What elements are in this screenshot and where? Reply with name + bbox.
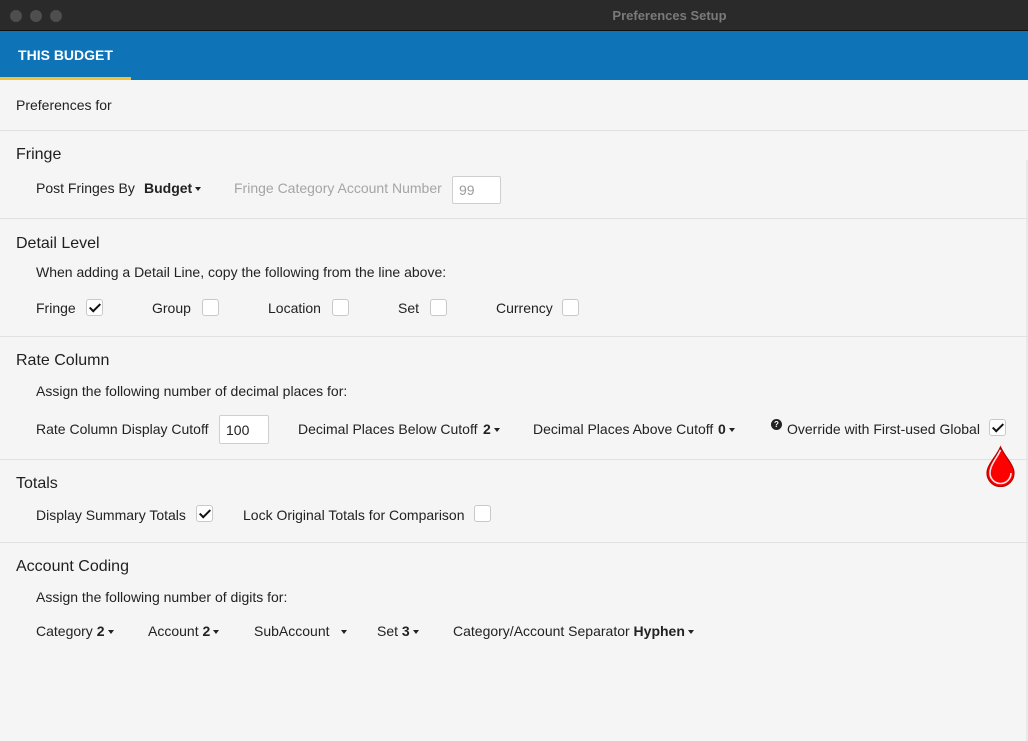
set-digits-label: Set <box>377 623 399 639</box>
fringe-heading: Fringe <box>16 146 62 163</box>
post-fringes-by-value: Budget <box>144 180 193 196</box>
copy-currency-checkbox[interactable] <box>562 299 579 316</box>
chevron-down-icon <box>412 630 419 635</box>
account-digits-value: 2 <box>202 623 211 639</box>
copy-group-label: Group <box>152 300 191 316</box>
chevron-down-icon <box>493 428 500 433</box>
rate-display-cutoff-field[interactable]: 100 <box>219 415 269 444</box>
decimal-below-cutoff-label: Decimal Places Below Cutoff <box>298 421 478 437</box>
override-global-label: Override with First-used Global <box>787 421 980 437</box>
override-global-checkbox[interactable] <box>989 419 1006 436</box>
copy-currency-label: Currency <box>496 300 553 316</box>
category-digits-value: 2 <box>96 623 105 639</box>
rate-column-section: Rate Column Assign the following number … <box>0 337 1028 460</box>
account-coding-section: Account Coding Assign the following numb… <box>0 543 1028 661</box>
subaccount-digits-label: SubAccount <box>254 623 330 639</box>
rate-display-cutoff-label: Rate Column Display Cutoff <box>36 421 209 437</box>
lock-original-totals-checkbox[interactable] <box>474 505 491 522</box>
fringe-section: Fringe Post Fringes By Budget Fringe Cat… <box>0 131 1028 219</box>
separator-value: Hyphen <box>633 623 685 639</box>
window-titlebar: Preferences Setup <box>0 0 1028 31</box>
copy-fringe-label: Fringe <box>36 300 76 316</box>
copy-location-label: Location <box>268 300 321 316</box>
copy-group-checkbox[interactable] <box>202 299 219 316</box>
account-coding-heading: Account Coding <box>16 558 129 575</box>
rate-column-intro: Assign the following number of decimal p… <box>36 383 348 399</box>
chevron-down-icon <box>107 630 114 635</box>
decimal-above-cutoff-value: 0 <box>718 421 726 437</box>
window-title: Preferences Setup <box>612 8 727 23</box>
chevron-down-icon <box>195 187 202 192</box>
totals-heading: Totals <box>16 475 58 492</box>
help-icon[interactable]: ? <box>771 419 782 430</box>
cursor-marker-icon <box>986 445 1015 487</box>
lock-original-totals-label: Lock Original Totals for Comparison <box>243 507 465 523</box>
category-digits-dropdown[interactable]: Category 2 <box>36 623 114 639</box>
totals-section: Totals Display Summary Totals Lock Origi… <box>0 460 1028 543</box>
chevron-down-icon <box>728 428 735 433</box>
detail-level-heading: Detail Level <box>16 235 100 252</box>
copy-set-label: Set <box>398 300 420 316</box>
display-summary-totals-checkbox[interactable] <box>196 505 213 522</box>
decimal-above-cutoff-label: Decimal Places Above Cutoff <box>533 421 714 437</box>
fringe-category-account-field[interactable]: 99 <box>452 176 501 204</box>
decimal-below-cutoff-value: 2 <box>483 421 491 437</box>
tab-this-budget[interactable]: THIS BUDGET <box>0 31 131 80</box>
decimal-below-cutoff-dropdown[interactable]: 2 <box>483 421 500 437</box>
category-digits-label: Category <box>36 623 93 639</box>
account-digits-label: Account <box>148 623 199 639</box>
display-summary-totals-label: Display Summary Totals <box>36 507 186 523</box>
account-coding-intro: Assign the following number of digits fo… <box>36 589 288 605</box>
rate-column-heading: Rate Column <box>16 352 110 369</box>
preferences-for-label: Preferences for <box>16 97 112 113</box>
chevron-down-icon <box>341 630 348 635</box>
post-fringes-by-label: Post Fringes By <box>36 180 135 196</box>
preferences-panel: Preferences for Fringe Post Fringes By B… <box>0 80 1028 741</box>
set-digits-value: 3 <box>401 623 410 639</box>
detail-level-intro: When adding a Detail Line, copy the foll… <box>36 264 447 280</box>
set-digits-dropdown[interactable]: Set 3 <box>377 623 419 639</box>
detail-level-section: Detail Level When adding a Detail Line, … <box>0 219 1028 337</box>
separator-label: Category/Account Separator <box>453 623 630 639</box>
separator-dropdown[interactable]: Category/Account Separator Hyphen <box>453 623 694 639</box>
copy-fringe-checkbox[interactable] <box>86 299 103 316</box>
tab-bar: THIS BUDGET <box>0 31 1028 80</box>
preferences-for-section: Preferences for <box>0 80 1028 131</box>
fringe-category-account-label: Fringe Category Account Number <box>234 180 442 196</box>
post-fringes-by-dropdown[interactable]: Budget <box>144 180 202 196</box>
copy-set-checkbox[interactable] <box>430 299 447 316</box>
copy-location-checkbox[interactable] <box>332 299 349 316</box>
chevron-down-icon <box>213 630 220 635</box>
chevron-down-icon <box>687 630 694 635</box>
subaccount-digits-dropdown[interactable]: SubAccount <box>254 623 348 639</box>
decimal-above-cutoff-dropdown[interactable]: 0 <box>718 421 735 437</box>
account-digits-dropdown[interactable]: Account 2 <box>148 623 220 639</box>
